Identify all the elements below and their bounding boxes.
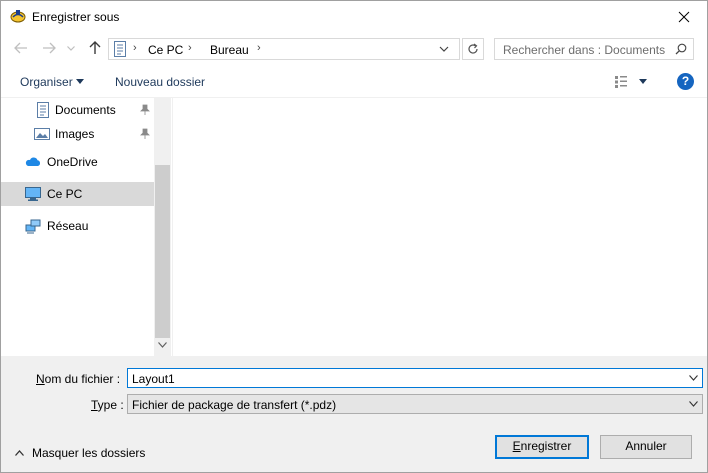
forward-button[interactable] (40, 39, 58, 57)
sidebar-item-label: Images (55, 127, 95, 141)
cancel-button[interactable]: Annuler (600, 435, 692, 459)
arrow-right-icon (43, 42, 56, 54)
up-button[interactable] (86, 39, 104, 57)
breadcrumb-ce-pc[interactable]: Ce PC (148, 43, 183, 57)
sidebar-item-label: Réseau (47, 219, 89, 233)
new-folder-button[interactable]: Nouveau dossier (115, 75, 205, 89)
help-button[interactable]: ? (677, 73, 694, 90)
address-dropdown-icon[interactable] (438, 43, 450, 55)
arrow-up-icon (89, 41, 101, 54)
view-options-icon[interactable] (614, 75, 628, 89)
filename-field[interactable]: Layout1 (127, 368, 703, 388)
documents-icon (37, 102, 49, 118)
caret-down-icon (76, 79, 84, 84)
pin-icon[interactable] (140, 128, 150, 140)
caret-down-icon[interactable] (639, 79, 647, 84)
sidebar-item-label: Documents (55, 103, 116, 117)
search-placeholder: Rechercher dans : Documents (503, 43, 666, 57)
sidebar-item-images[interactable]: Images (1, 122, 154, 146)
command-toolbar: Organiser Nouveau dossier ? (1, 66, 707, 98)
address-bar[interactable]: › Ce PC › Bureau › (108, 38, 460, 60)
onedrive-icon (25, 157, 41, 166)
title-bar: Enregistrer sous (1, 1, 707, 32)
breadcrumb-separator: › (188, 42, 192, 54)
back-button[interactable] (12, 39, 30, 57)
file-type-value: Fichier de package de transfert (*.pdz) (132, 398, 337, 412)
organise-menu[interactable]: Organiser (20, 75, 73, 89)
arrow-left-icon (14, 42, 27, 54)
navigation-pane: Documents Images OneDrive Ce PC Réseau (1, 98, 172, 356)
chevron-down-icon (67, 45, 75, 51)
breadcrumb-bureau[interactable]: Bureau (210, 43, 249, 57)
navigation-bar: › Ce PC › Bureau › Rechercher dans : Doc… (1, 32, 707, 66)
filename-label: Nom du fichier : (36, 372, 121, 386)
sidebar-item-documents[interactable]: Documents (1, 98, 154, 122)
network-icon (25, 219, 41, 234)
search-icon (675, 43, 687, 55)
save-form: Nom du fichier : Layout1 Type : Fichier … (1, 356, 707, 472)
pin-icon[interactable] (140, 104, 150, 116)
images-icon (34, 128, 50, 140)
app-icon (10, 10, 26, 23)
navigation-scrollbar[interactable] (154, 98, 171, 356)
filename-value: Layout1 (132, 372, 175, 386)
refresh-button[interactable] (462, 38, 484, 60)
chevron-up-icon (15, 450, 24, 456)
file-list-area[interactable] (173, 98, 707, 356)
sidebar-item-label: Ce PC (47, 187, 83, 201)
close-button[interactable] (661, 1, 707, 32)
window-title: Enregistrer sous (32, 10, 120, 24)
save-as-dialog: Enregistrer sous › Ce PC › Bureau › Rech… (0, 0, 708, 473)
recent-locations-button[interactable] (65, 39, 77, 57)
chevron-down-icon[interactable] (689, 375, 698, 381)
breadcrumb-separator: › (257, 42, 261, 54)
sidebar-item-reseau[interactable]: Réseau (1, 214, 154, 238)
search-input[interactable]: Rechercher dans : Documents (494, 38, 694, 60)
sidebar-item-onedrive[interactable]: OneDrive (1, 150, 154, 174)
close-icon (678, 11, 690, 22)
scroll-down-icon[interactable] (158, 342, 167, 348)
hide-folders-toggle[interactable]: Masquer les dossiers (13, 446, 153, 460)
sidebar-item-label: OneDrive (47, 155, 98, 169)
file-type-select[interactable]: Fichier de package de transfert (*.pdz) (127, 394, 703, 414)
breadcrumb-separator: › (133, 42, 137, 54)
hide-folders-label: Masquer les dossiers (32, 446, 146, 460)
type-label: Type : (91, 398, 124, 412)
documents-location-icon (114, 41, 126, 57)
sidebar-item-ce-pc[interactable]: Ce PC (1, 182, 154, 206)
refresh-icon (468, 43, 478, 54)
scrollbar-thumb[interactable] (155, 165, 170, 338)
computer-icon (25, 187, 41, 201)
chevron-down-icon (689, 401, 698, 407)
save-button[interactable]: Enregistrer (495, 435, 589, 459)
